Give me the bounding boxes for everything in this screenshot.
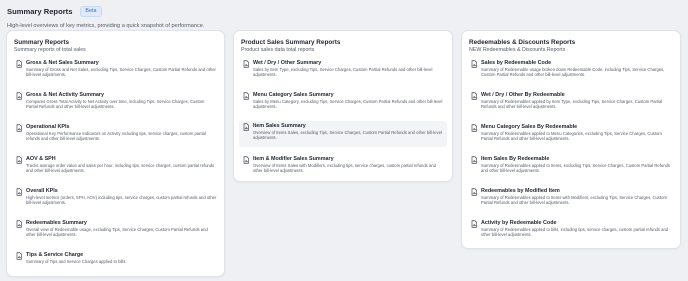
card-subtitle: NEW Redeemables & Discounts Reports (469, 47, 566, 53)
document-chart-icon (15, 252, 23, 260)
report-description: Summary of Tips and Service Charges appl… (26, 259, 127, 264)
report-description: Summary of Redeemables applied to Items … (481, 195, 667, 206)
card-subtitle: Summary reports of total sales (14, 47, 86, 53)
beta-badge: Beta (80, 6, 102, 17)
document-chart-icon (470, 60, 478, 68)
report-title: Gross & Net Sales Summary (26, 60, 99, 66)
report-description: Compares Gross Total Activity to Net Act… (26, 99, 205, 110)
report-item-overall-kpis[interactable]: Overall KPIs High-level metrics (orders,… (12, 186, 219, 212)
document-chart-icon (470, 92, 478, 100)
report-item-aov-sph[interactable]: AOV & SPH Tracks average order value and… (12, 154, 219, 180)
document-chart-icon (470, 188, 478, 196)
card-summary-reports: Summary Reports Summary reports of total… (6, 30, 225, 277)
report-title: Activity by Redeemable Code (481, 220, 557, 226)
report-title: Menu Category Sales By Redeemable (481, 124, 578, 130)
report-description: Sales by Item Type, excluding Tips, Serv… (253, 67, 433, 78)
document-chart-icon (242, 156, 250, 164)
document-chart-icon (242, 60, 250, 68)
report-description: Summary of Redeemables applied to Menu C… (481, 131, 662, 142)
report-description: Summary of Redeemables applied to bills,… (481, 227, 669, 238)
report-title: Tips & Service Charge (26, 252, 84, 258)
card-title: Product Sales Summary Reports (241, 39, 341, 46)
report-item-gross-net-sales-summary[interactable]: Gross & Net Sales Summary Summary of Gro… (12, 58, 219, 84)
document-chart-icon (15, 60, 23, 68)
report-description: Operational Key Performance Indicators o… (26, 131, 206, 142)
report-description: Summary of Redeemables applied by Item T… (481, 99, 663, 110)
report-description: Overview of Items Sales, excluding Tips,… (253, 130, 442, 141)
report-title: AOV & SPH (26, 156, 56, 162)
report-item-sales-by-redeemable-code[interactable]: Sales by Redeemable Code Summary of Rede… (467, 58, 675, 84)
report-title: Gross & Net Activity Summary (26, 92, 104, 98)
report-description: Summary of Redeemable usage broken down … (481, 67, 665, 78)
card-title: Redeemables & Discounts Reports (469, 39, 576, 46)
report-item-menu-category-sales-by-redeemable[interactable]: Menu Category Sales By Redeemable Summar… (467, 122, 675, 148)
report-item-redeemables-summary[interactable]: Redeemables Summary Overall view of Rede… (12, 218, 219, 244)
document-chart-icon (15, 124, 23, 132)
report-title: Item & Modifier Sales Summary (253, 156, 334, 162)
report-item-tips-service-charge[interactable]: Tips & Service Charge Summary of Tips an… (12, 250, 219, 270)
report-title: Item Sales Summary (253, 123, 306, 129)
document-chart-icon (242, 123, 250, 131)
document-chart-icon (15, 220, 23, 228)
page-subtitle: High-level overviews of key metrics, pro… (7, 23, 205, 29)
document-chart-icon (470, 220, 478, 228)
report-item-item-sales-by-redeemable[interactable]: Item Sales By Redeemable Summary of Rede… (467, 154, 675, 180)
report-item-gross-net-activity-summary[interactable]: Gross & Net Activity Summary Compares Gr… (12, 90, 219, 116)
report-title: Operational KPIs (26, 124, 70, 130)
report-item-wet-dry-other-summary[interactable]: Wet / Dry / Other Summary Sales by Item … (239, 58, 447, 84)
report-item-wet-dry-other-by-redeemable[interactable]: Wet / Dry / Other By Redeemable Summary … (467, 90, 675, 116)
report-description: Sales by Menu Category, excluding Tips, … (253, 99, 443, 110)
report-item-operational-kpis[interactable]: Operational KPIs Operational Key Perform… (12, 122, 219, 148)
document-chart-icon (242, 92, 250, 100)
report-title: Wet / Dry / Other Summary (253, 60, 322, 66)
report-title: Redeemables Summary (26, 220, 87, 226)
report-description: Tracks average order value and sales per… (26, 163, 215, 174)
report-title: Redeemables by Modified Item (481, 188, 560, 194)
document-chart-icon (15, 92, 23, 100)
report-item-menu-category-sales-summary[interactable]: Menu Category Sales Summary Sales by Men… (239, 90, 447, 116)
page-title: Summary Reports (7, 7, 73, 16)
card-subtitle: Product sales data total reports (241, 47, 315, 53)
report-title: Item Sales By Redeemable (481, 156, 550, 162)
document-chart-icon (470, 156, 478, 164)
report-item-item-sales-summary[interactable]: Item Sales Summary Overview of Items Sal… (239, 121, 447, 147)
report-description: Overview of Items Sales with Modifiers, … (253, 163, 436, 174)
card-title: Summary Reports (14, 39, 70, 46)
document-chart-icon (470, 124, 478, 132)
page-header: Summary Reports Beta High-level overview… (7, 5, 681, 29)
report-item-activity-by-redeemable-code[interactable]: Activity by Redeemable Code Summary of R… (467, 218, 675, 244)
report-item-redeemables-by-modified-item[interactable]: Redeemables by Modified Item Summary of … (467, 186, 675, 212)
report-description: Overall view of Redeemable usage, exclud… (26, 227, 208, 238)
document-chart-icon (15, 188, 23, 196)
report-description: Summary of Redeemables applied to Items,… (481, 163, 670, 174)
report-title: Overall KPIs (26, 188, 58, 194)
report-description: Summary of Gross and Net Sales, excludin… (26, 67, 216, 78)
report-title: Sales by Redeemable Code (481, 60, 552, 66)
document-chart-icon (15, 156, 23, 164)
report-item-item-modifier-sales-summary[interactable]: Item & Modifier Sales Summary Overview o… (239, 154, 447, 180)
card-product-sales-summary: Product Sales Summary Reports Product sa… (233, 30, 453, 182)
report-title: Wet / Dry / Other By Redeemable (481, 92, 565, 98)
card-redeemables-discounts: Redeemables & Discounts Reports NEW Rede… (461, 30, 681, 249)
title-row: Summary Reports Beta (7, 5, 681, 18)
report-title: Menu Category Sales Summary (253, 92, 334, 98)
report-description: High-level metrics (orders, SPH, AOV) in… (26, 195, 217, 206)
